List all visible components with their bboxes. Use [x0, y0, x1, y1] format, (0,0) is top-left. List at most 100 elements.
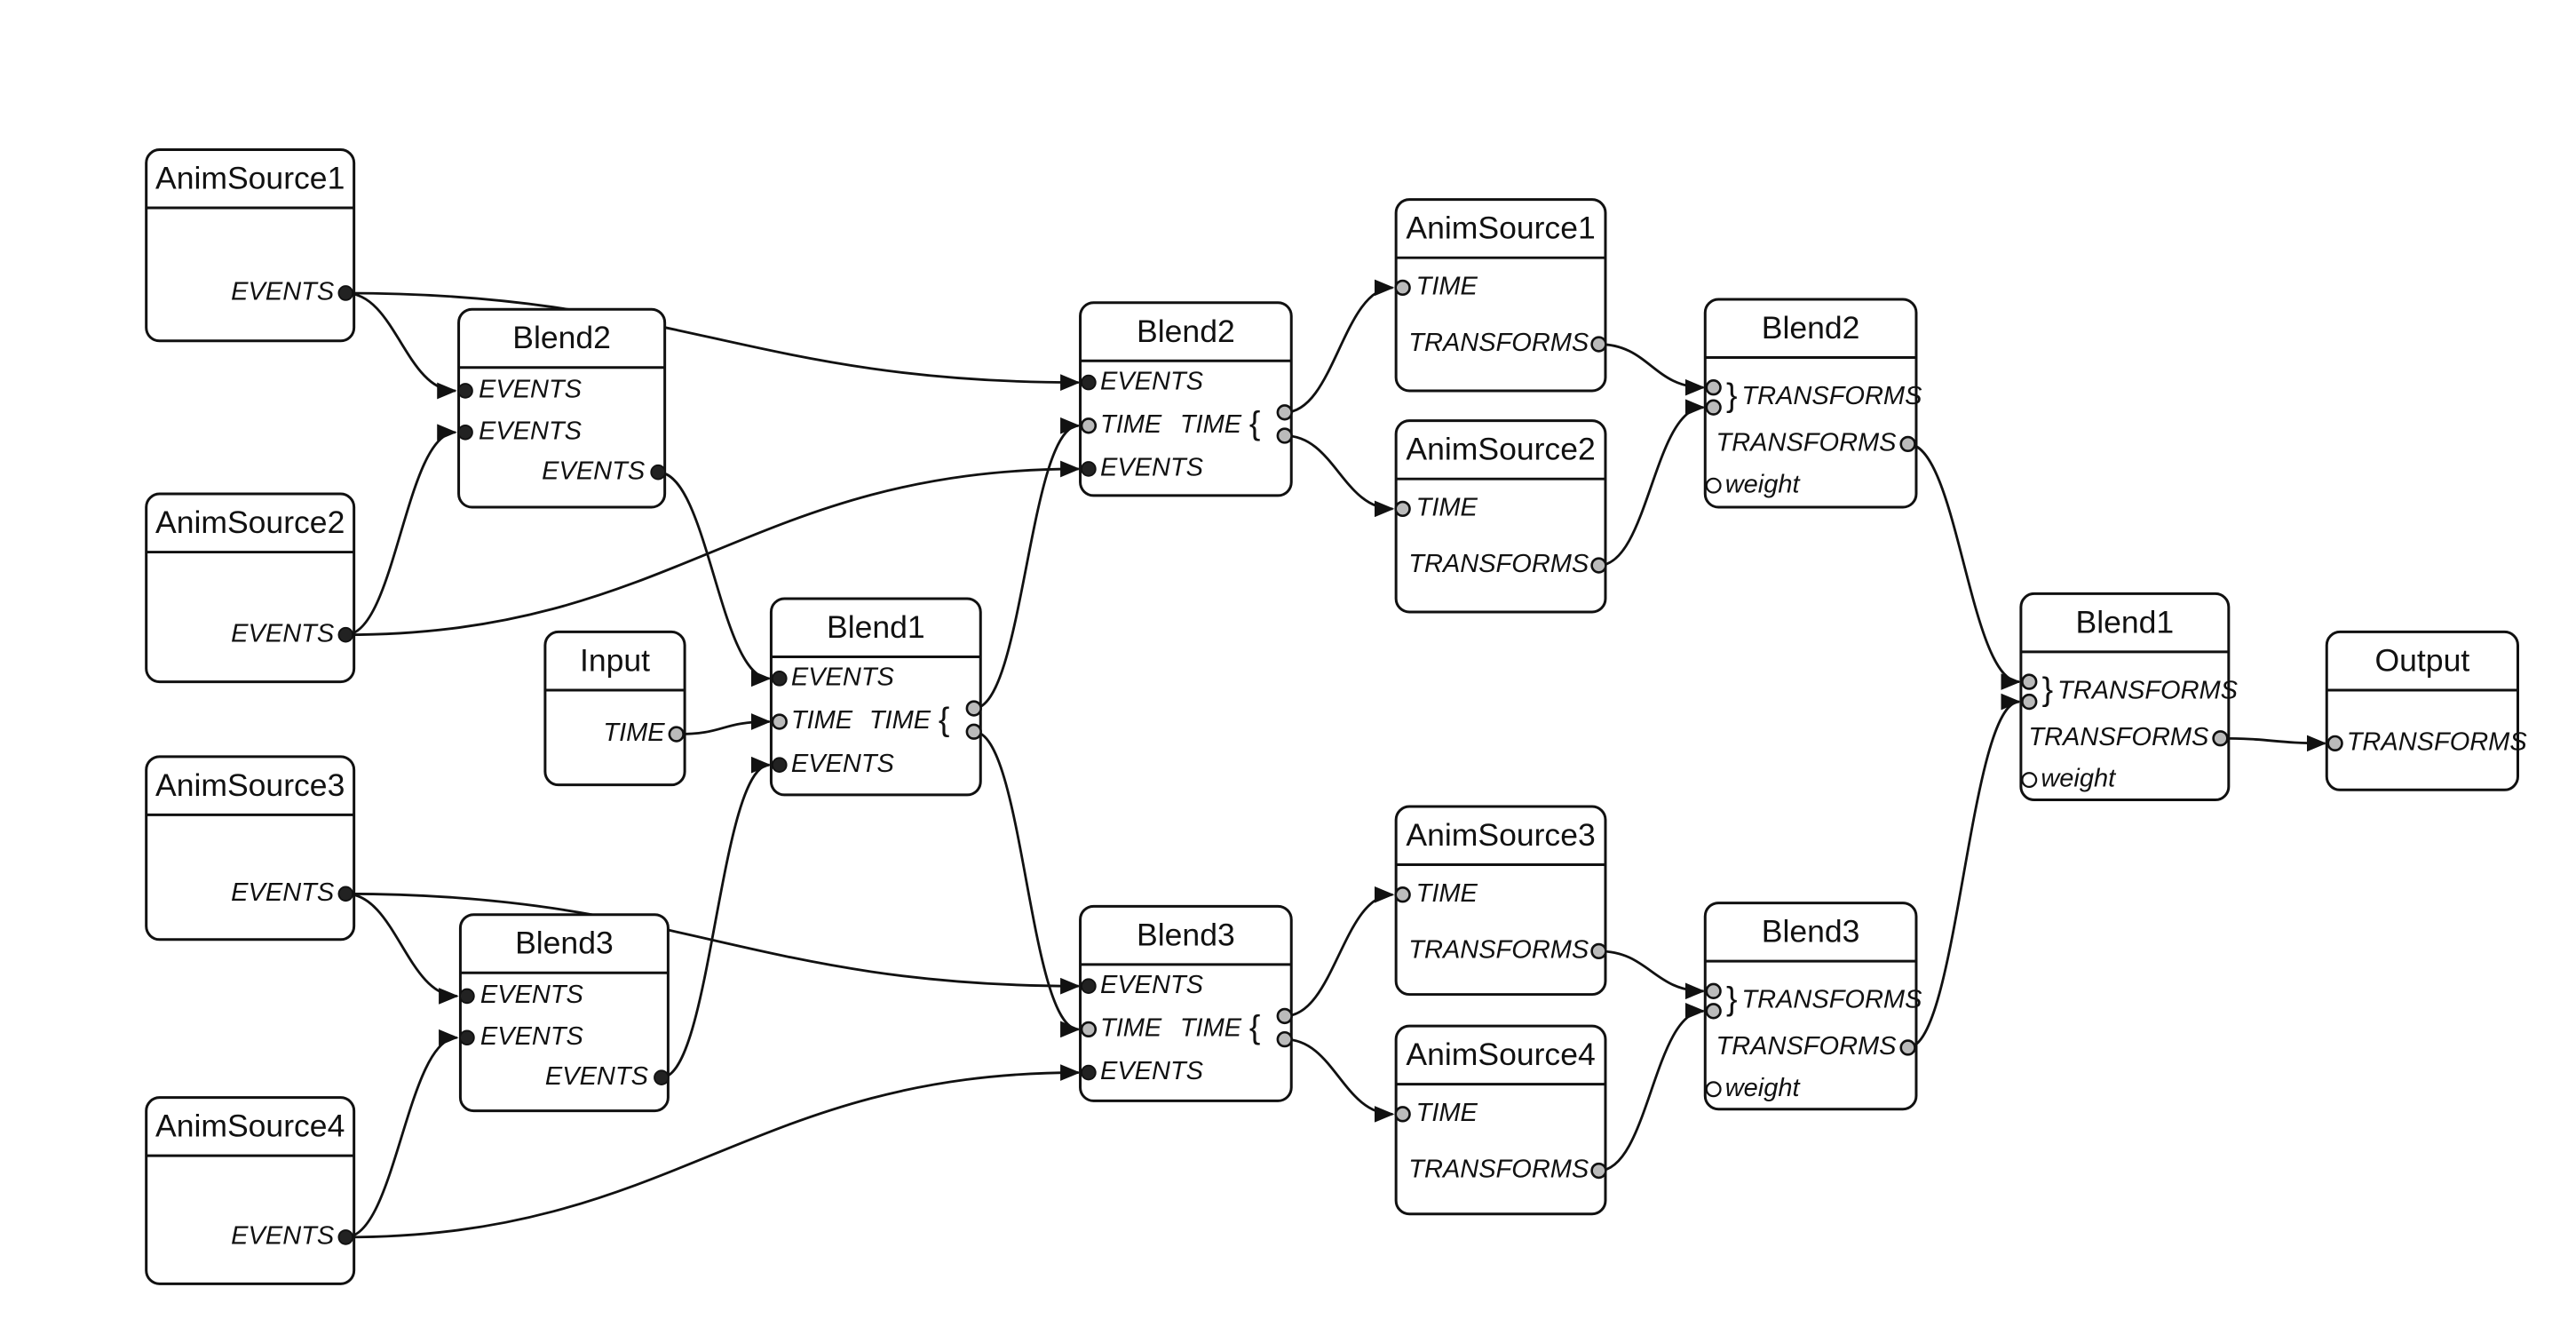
input-port-time[interactable]: [1394, 886, 1411, 903]
node-b1-l[interactable]: Blend1 EVENTS TIME EVENTS TIME {: [769, 597, 982, 797]
output-port-transforms[interactable]: [1590, 942, 1607, 960]
port-label-transforms: TRANSFORMS: [1716, 1032, 1898, 1061]
input-port-events[interactable]: [1081, 1064, 1097, 1081]
output-port-time-1[interactable]: [1276, 404, 1293, 421]
output-port-events[interactable]: [337, 626, 354, 643]
input-port-transforms-1[interactable]: [1705, 982, 1722, 999]
input-port-transforms-2[interactable]: [1705, 1003, 1722, 1020]
edge-as3_l-EVENTS-to-b3_m-EVENTS-1[interactable]: [345, 892, 1081, 995]
node-as1-r[interactable]: AnimSource1 TIME TRANSFORMS: [1394, 198, 1607, 393]
edge-b2_r-TRANSFORMS-to-b1_r-TRANSFORMS-1[interactable]: [1907, 442, 2021, 690]
edge-as1_l-EVENTS-to-b2_m-EVENTS-1[interactable]: [345, 291, 1081, 391]
node-title: AnimSource2: [155, 505, 345, 540]
output-port-time-2[interactable]: [965, 723, 982, 740]
node-b3-m[interactable]: Blend3EVENTSTIMEEVENTSTIME{: [1079, 904, 1293, 1102]
edge-as4_l-EVENTS-to-b3_l-EVENTS-2[interactable]: [345, 1029, 459, 1239]
port-label-events: EVENTS: [542, 457, 646, 485]
output-port-time-1[interactable]: [1276, 1007, 1293, 1025]
output-port-events[interactable]: [654, 1069, 670, 1085]
output-port-time-1[interactable]: [965, 700, 982, 717]
node-b2-m[interactable]: Blend2EVENTSTIMEEVENTSTIME{: [1079, 301, 1293, 497]
node-b2-r[interactable]: Blend2} TRANSFORMSTRANSFORMSweight: [1703, 298, 1922, 509]
port-label-transforms: TRANSFORMS: [1408, 550, 1589, 578]
input-port-transforms-2[interactable]: [1705, 399, 1722, 416]
output-port-time[interactable]: [668, 726, 685, 743]
edge-b3_l-EVENTS-to-b1_l-EVENTS-2[interactable]: [661, 756, 772, 1079]
output-port-time-2[interactable]: [1276, 427, 1293, 444]
edge-b3_r-TRANSFORMS-to-b1_r-TRANSFORMS-2[interactable]: [1907, 693, 2021, 1049]
input-port-transforms-1[interactable]: [2021, 673, 2038, 690]
port-label-transforms: TRANSFORMS: [1716, 429, 1898, 457]
input-port-transforms-1[interactable]: [1705, 379, 1722, 396]
input-port-transforms-2[interactable]: [2021, 693, 2038, 711]
input-port-events[interactable]: [457, 424, 473, 441]
node-as1-l[interactable]: AnimSource1 EVENTS: [145, 147, 356, 343]
node-as4-l[interactable]: AnimSource4 EVENTS: [145, 1096, 356, 1285]
edge-b2_m-TIME-2-to-as2_r-TIME[interactable]: [1284, 434, 1395, 518]
output-port-transforms[interactable]: [1899, 1039, 1916, 1056]
edge-input-TIME-to-b1_l-TIME[interactable]: [676, 713, 772, 735]
output-port-transforms[interactable]: [1899, 435, 1916, 453]
input-port-weight[interactable]: [1705, 1081, 1722, 1098]
input-port-time[interactable]: [1080, 1021, 1098, 1038]
node-as4-r[interactable]: AnimSource4 TIME TRANSFORMS: [1394, 1024, 1607, 1216]
input-port-events[interactable]: [457, 383, 473, 399]
port-label-time: TIME: [1416, 1099, 1478, 1127]
input-port-events[interactable]: [1081, 461, 1097, 477]
input-port-events[interactable]: [771, 671, 788, 687]
output-port-transforms[interactable]: [1590, 1162, 1607, 1180]
node-output[interactable]: Output TRANSFORMS: [2325, 630, 2528, 791]
edge-as2_r-TRANSFORMS-to-b2_r-TRANSFORMS-2[interactable]: [1598, 399, 1706, 567]
input-port-events[interactable]: [459, 1029, 475, 1046]
input-port-time[interactable]: [1394, 500, 1411, 518]
node-as3-r[interactable]: AnimSource3 TIME TRANSFORMS: [1394, 805, 1607, 997]
input-port-time[interactable]: [1394, 279, 1411, 297]
edge-as1_r-TRANSFORMS-to-b2_r-TRANSFORMS-1[interactable]: [1598, 343, 1706, 396]
port-label-transforms: TRANSFORMS: [2028, 723, 2209, 751]
input-port-weight[interactable]: [2021, 772, 2038, 789]
output-port-events[interactable]: [650, 464, 666, 481]
edge-b2_m-TIME-1-to-as1_r-TIME[interactable]: [1284, 279, 1395, 414]
output-port-events[interactable]: [337, 285, 354, 301]
node-as2-l[interactable]: AnimSource2 EVENTS: [145, 492, 356, 684]
node-b1-r[interactable]: Blend1} TRANSFORMSTRANSFORMSweight: [2019, 592, 2239, 802]
port-label-transforms: TRANSFORMS: [1408, 1156, 1589, 1184]
edge-as2_l-EVENTS-to-b2_l-EVENTS-2[interactable]: [345, 424, 457, 637]
edge-b3_m-TIME-1-to-as3_r-TIME[interactable]: [1284, 886, 1395, 1018]
input-port-events[interactable]: [771, 757, 788, 774]
input-port-weight[interactable]: [1705, 477, 1722, 494]
port-label-events: EVENTS: [545, 1062, 649, 1091]
edge-as4_l-EVENTS-to-b3_m-EVENTS-2[interactable]: [345, 1064, 1081, 1239]
output-port-transforms[interactable]: [2212, 730, 2229, 747]
input-port-time[interactable]: [1080, 417, 1098, 434]
port-label-weight: weight: [1725, 470, 1802, 498]
input-port-events[interactable]: [1081, 978, 1097, 995]
edge-as1_l-EVENTS-to-b2_l-EVENTS-1[interactable]: [345, 291, 457, 400]
node-as2-r[interactable]: AnimSource2 TIME TRANSFORMS: [1394, 419, 1607, 614]
output-port-transforms[interactable]: [1590, 557, 1607, 574]
port-label-events: EVENTS: [1100, 1057, 1204, 1085]
edge-as4_r-TRANSFORMS-to-b3_r-TRANSFORMS-2[interactable]: [1598, 1002, 1706, 1172]
input-port-events[interactable]: [1081, 374, 1097, 391]
output-port-events[interactable]: [337, 886, 354, 902]
node-as3-l[interactable]: AnimSource3 EVENTS: [145, 755, 356, 942]
node-b3-l[interactable]: Blend3 EVENTS EVENTS EVENTS: [458, 913, 670, 1113]
input-port-time[interactable]: [1394, 1106, 1411, 1123]
node-title: AnimSource3: [1406, 817, 1595, 853]
input-port-time[interactable]: [771, 713, 788, 730]
output-port-events[interactable]: [337, 1229, 354, 1245]
node-title: Blend1: [2076, 604, 2175, 640]
node-title: Blend1: [827, 609, 925, 645]
edge-b1_r-TRANSFORMS-to-output-TRANSFORMS[interactable]: [2220, 735, 2327, 752]
edge-as3_l-EVENTS-to-b3_l-EVENTS-1[interactable]: [345, 892, 459, 1005]
output-port-transforms[interactable]: [1590, 336, 1607, 353]
input-port-events[interactable]: [459, 988, 475, 1005]
input-port-transforms[interactable]: [2326, 735, 2343, 752]
edge-b3_m-TIME-2-to-as4_r-TIME[interactable]: [1284, 1037, 1395, 1123]
node-b2-l[interactable]: Blend2 EVENTS EVENTS EVENTS: [457, 307, 667, 509]
edge-as3_r-TRANSFORMS-to-b3_r-TRANSFORMS-1[interactable]: [1598, 950, 1706, 1000]
output-port-time-2[interactable]: [1276, 1030, 1293, 1048]
node-input[interactable]: Input TIME: [543, 630, 686, 787]
node-b3-r[interactable]: Blend3} TRANSFORMSTRANSFORMSweight: [1703, 902, 1922, 1111]
port-label-transforms: TRANSFORMS: [2347, 728, 2528, 757]
